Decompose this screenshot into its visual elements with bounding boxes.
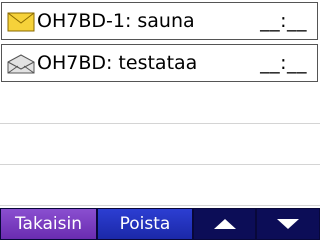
bottom-toolbar: Takaisin Poista [0, 208, 320, 240]
divider [0, 164, 320, 165]
message-text: OH7BD: testataa [37, 52, 198, 74]
message-row[interactable]: OH7BD: testataa __:__ [1, 44, 318, 82]
divider [0, 205, 320, 206]
envelope-read-icon [7, 54, 35, 74]
delete-button[interactable]: Poista [97, 208, 193, 240]
triangle-down-icon [277, 219, 299, 229]
message-time: __:__ [260, 10, 307, 32]
envelope-unread-icon [7, 12, 35, 32]
message-text: OH7BD-1: sauna [37, 10, 195, 32]
message-list: OH7BD-1: sauna __:__ OH7BD: testataa __:… [0, 0, 320, 208]
triangle-up-icon [213, 219, 236, 229]
back-button[interactable]: Takaisin [0, 208, 97, 240]
scroll-up-button[interactable] [193, 208, 256, 240]
scroll-down-button[interactable] [256, 208, 320, 240]
message-time: __:__ [260, 52, 307, 74]
message-row[interactable]: OH7BD-1: sauna __:__ [1, 2, 318, 40]
divider [0, 123, 320, 124]
